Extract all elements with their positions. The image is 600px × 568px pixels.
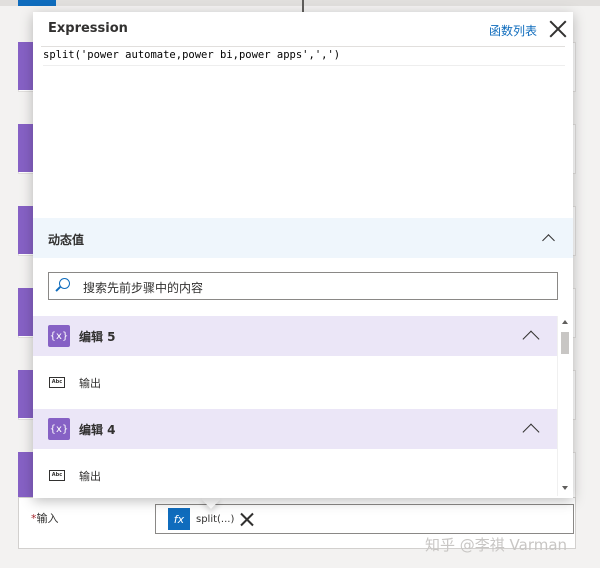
item-label: 输出 <box>79 377 101 390</box>
search-input[interactable]: 搜索先前步骤中的内容 <box>48 272 558 300</box>
action-icon <box>18 206 34 254</box>
text-type-icon: Abc <box>49 470 65 481</box>
designer-top-bar <box>0 0 600 6</box>
input-field-label: *输入 <box>31 510 59 526</box>
watermark: 知乎 @李祺 Varman <box>425 536 568 554</box>
designer-top-accent <box>18 0 56 6</box>
dynamic-content-title: 动态值 <box>48 233 85 247</box>
search-icon <box>59 278 70 289</box>
remove-token-icon[interactable] <box>240 512 254 526</box>
scroll-down-icon[interactable] <box>562 486 568 490</box>
chevron-up-icon[interactable] <box>522 330 540 348</box>
function-list-link[interactable]: 函数列表 <box>489 22 537 39</box>
group-header-edit5[interactable]: {x} 编辑 5 <box>33 316 557 356</box>
scrollbar[interactable] <box>557 316 572 496</box>
expression-token[interactable]: fx split(...) <box>168 508 254 530</box>
dynamic-content-list: {x} 编辑 5 Abc 输出 {x} 编辑 4 Abc 输出 <box>33 316 557 496</box>
expression-text[interactable]: split('power automate,power bi,power app… <box>43 49 565 66</box>
scrollbar-thumb[interactable] <box>561 332 569 354</box>
variable-icon: {x} <box>48 418 70 440</box>
input-label-text: 输入 <box>36 512 59 525</box>
variable-icon: {x} <box>48 325 70 347</box>
chevron-up-icon[interactable] <box>542 234 555 247</box>
search-placeholder: 搜索先前步骤中的内容 <box>83 281 204 295</box>
flow-connector-line <box>302 0 304 12</box>
item-label: 输出 <box>79 470 101 483</box>
chevron-up-icon[interactable] <box>522 423 540 441</box>
action-icon <box>18 288 34 336</box>
action-icon <box>18 452 34 500</box>
group-header-edit4[interactable]: {x} 编辑 4 <box>33 409 557 449</box>
close-icon[interactable] <box>549 20 567 38</box>
list-item-output[interactable]: Abc 输出 <box>33 357 557 409</box>
group-label: 编辑 5 <box>79 330 116 344</box>
fx-icon: fx <box>168 508 190 530</box>
expression-popup: Expression 函数列表 split('power automate,po… <box>33 12 573 498</box>
action-icon <box>18 42 34 90</box>
list-item-output[interactable]: Abc 输出 <box>33 450 557 496</box>
dynamic-content-header[interactable] <box>33 218 573 258</box>
group-label: 编辑 4 <box>79 423 116 437</box>
scroll-up-icon[interactable] <box>562 320 568 324</box>
text-type-icon: Abc <box>49 377 65 388</box>
token-text: split(...) <box>196 513 235 525</box>
action-icon <box>18 370 34 418</box>
expression-editor[interactable]: split('power automate,power bi,power app… <box>41 46 565 217</box>
popup-title: Expression <box>48 21 128 36</box>
action-icon <box>18 124 34 172</box>
